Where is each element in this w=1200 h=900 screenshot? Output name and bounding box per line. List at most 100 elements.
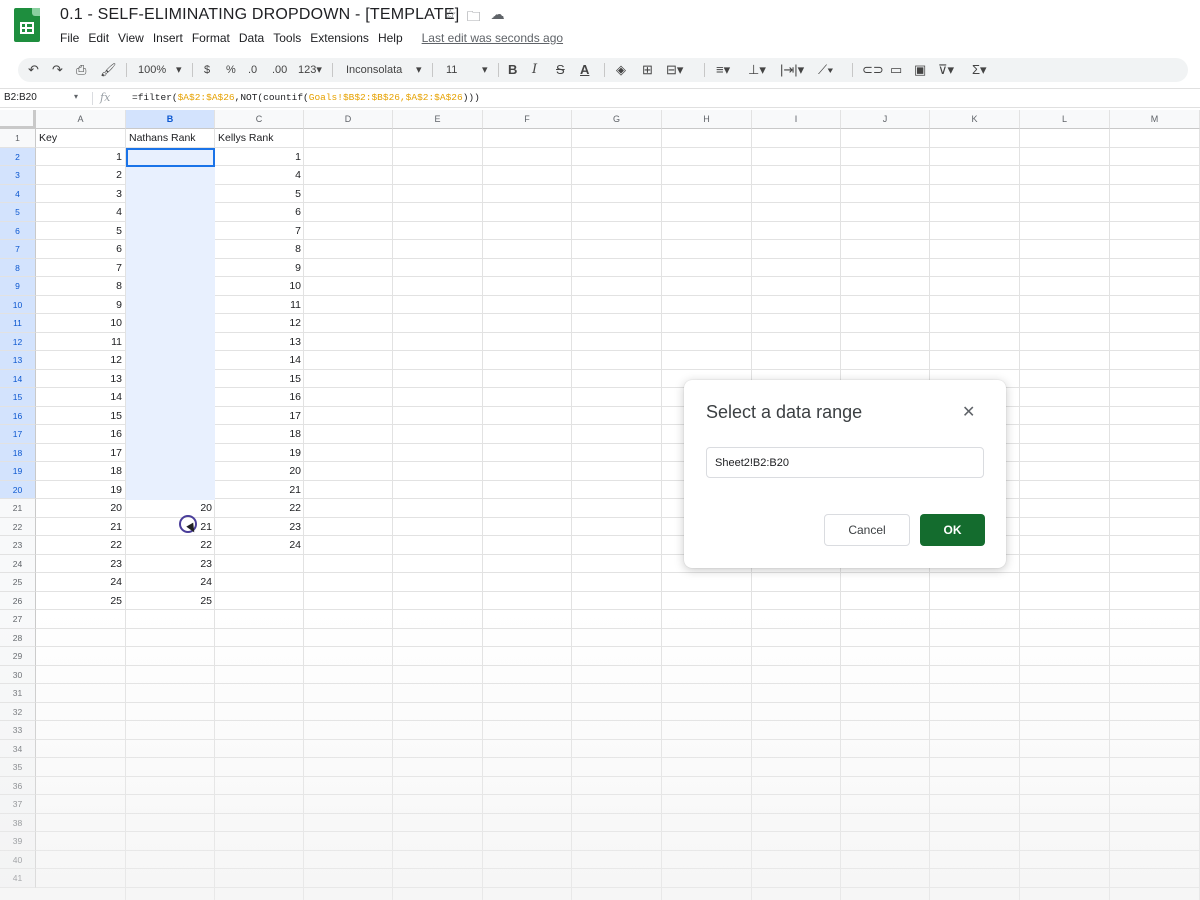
font-size-select[interactable]: 11	[446, 58, 457, 82]
row-header-9[interactable]: 9	[0, 277, 36, 296]
row-header-36[interactable]: 36	[0, 776, 36, 795]
column-header-m[interactable]: M	[1110, 110, 1200, 129]
document-title[interactable]: 0.1 - SELF-ELIMINATING DROPDOWN - [TEMPL…	[60, 6, 459, 24]
zoom-caret-icon[interactable]: ▾	[176, 58, 182, 82]
cell-c10[interactable]: 11	[215, 296, 301, 315]
row-header-35[interactable]: 35	[0, 758, 36, 777]
cell-c21[interactable]: 22	[215, 499, 301, 518]
row-header-34[interactable]: 34	[0, 739, 36, 758]
increase-decimal-button[interactable]: .00	[272, 58, 287, 82]
cell-c5[interactable]: 6	[215, 203, 301, 222]
column-header-k[interactable]: K	[930, 110, 1020, 129]
cell-b23[interactable]: 22	[126, 536, 212, 555]
text-color-button[interactable]: A	[580, 58, 589, 82]
cell-a2[interactable]: 1	[36, 148, 122, 167]
close-icon[interactable]: ✕	[962, 402, 975, 422]
cell-c14[interactable]: 15	[215, 370, 301, 389]
menu-view[interactable]: View	[118, 31, 144, 45]
ok-button[interactable]: OK	[920, 514, 985, 546]
horizontal-align-icon[interactable]: ≡▾	[716, 58, 730, 82]
row-header-29[interactable]: 29	[0, 647, 36, 666]
formula-input[interactable]: =filter($A$2:$A$26,NOT(countif(Goals!$B$…	[132, 92, 480, 103]
cell-a4[interactable]: 3	[36, 185, 122, 204]
column-header-e[interactable]: E	[393, 110, 483, 129]
redo-icon[interactable]: ↷	[52, 58, 63, 82]
currency-button[interactable]: $	[204, 58, 210, 82]
cell-a18[interactable]: 17	[36, 444, 122, 463]
row-header-27[interactable]: 27	[0, 610, 36, 629]
move-folder-icon[interactable]: 🗀	[467, 6, 481, 30]
text-wrap-icon[interactable]: |⇥|▾	[780, 58, 804, 82]
cell-a9[interactable]: 8	[36, 277, 122, 296]
cell-c17[interactable]: 18	[215, 425, 301, 444]
cell-a16[interactable]: 15	[36, 407, 122, 426]
row-header-16[interactable]: 16	[0, 406, 36, 425]
percent-button[interactable]: %	[226, 58, 236, 82]
row-header-41[interactable]: 41	[0, 869, 36, 888]
cell-a19[interactable]: 18	[36, 462, 122, 481]
borders-icon[interactable]: ⊞	[642, 58, 653, 82]
cell-a8[interactable]: 7	[36, 259, 122, 278]
cell-a5[interactable]: 4	[36, 203, 122, 222]
cell-a3[interactable]: 2	[36, 166, 122, 185]
font-size-caret-icon[interactable]: ▾	[482, 58, 488, 82]
cell-a11[interactable]: 10	[36, 314, 122, 333]
column-header-i[interactable]: I	[752, 110, 841, 129]
font-select[interactable]: Inconsolata	[346, 58, 402, 82]
cell-c8[interactable]: 9	[215, 259, 301, 278]
font-caret-icon[interactable]: ▾	[416, 58, 422, 82]
menu-format[interactable]: Format	[192, 31, 230, 45]
cell-a26[interactable]: 25	[36, 592, 122, 611]
italic-button[interactable]: I	[532, 58, 537, 82]
row-header-12[interactable]: 12	[0, 332, 36, 351]
cell-c15[interactable]: 16	[215, 388, 301, 407]
row-header-39[interactable]: 39	[0, 832, 36, 851]
cell-c20[interactable]: 21	[215, 481, 301, 500]
column-header-b[interactable]: B	[126, 110, 215, 129]
sheet-grid[interactable]: A B C D E F G H I J K L M 1 2 3 4 5 6 7 8 9 10 11 12 13 14 15 16 17 18…	[0, 110, 1200, 900]
row-header-38[interactable]: 38	[0, 813, 36, 832]
cell-c6[interactable]: 7	[215, 222, 301, 241]
row-header-15[interactable]: 15	[0, 388, 36, 407]
decrease-decimal-button[interactable]: .0	[248, 58, 257, 82]
cell-a7[interactable]: 6	[36, 240, 122, 259]
row-header-11[interactable]: 11	[0, 314, 36, 333]
cell-a15[interactable]: 14	[36, 388, 122, 407]
row-header-40[interactable]: 40	[0, 850, 36, 869]
sheets-logo-icon[interactable]	[14, 8, 40, 42]
row-header-33[interactable]: 33	[0, 721, 36, 740]
select-all-corner[interactable]	[0, 110, 36, 129]
header-cell-nathans-rank[interactable]: Nathans Rank	[129, 129, 215, 148]
cell-c16[interactable]: 17	[215, 407, 301, 426]
print-icon[interactable]: ⎙	[76, 58, 86, 82]
row-header-13[interactable]: 13	[0, 351, 36, 370]
row-header-30[interactable]: 30	[0, 665, 36, 684]
filter-icon[interactable]: ⊽▾	[938, 58, 954, 82]
insert-comment-icon[interactable]: ▭	[890, 58, 902, 82]
row-header-26[interactable]: 26	[0, 591, 36, 610]
name-box[interactable]: B2:B20 ▾	[4, 92, 84, 103]
row-header-17[interactable]: 17	[0, 425, 36, 444]
cell-a12[interactable]: 11	[36, 333, 122, 352]
cell-c18[interactable]: 19	[215, 444, 301, 463]
text-rotate-icon[interactable]: ⟋▾	[818, 58, 833, 82]
menu-data[interactable]: Data	[239, 31, 264, 45]
row-header-4[interactable]: 4	[0, 184, 36, 203]
column-header-a[interactable]: A	[36, 110, 126, 129]
strikethrough-button[interactable]: S	[556, 58, 565, 82]
cell-a25[interactable]: 24	[36, 573, 122, 592]
row-header-24[interactable]: 24	[0, 554, 36, 573]
undo-icon[interactable]: ↶	[28, 58, 39, 82]
row-header-14[interactable]: 14	[0, 369, 36, 388]
insert-link-icon[interactable]: ⊂⊃	[862, 58, 884, 82]
zoom-select[interactable]: 100%	[138, 58, 166, 82]
insert-chart-icon[interactable]: ▣	[914, 58, 926, 82]
cancel-button[interactable]: Cancel	[824, 514, 910, 546]
row-header-22[interactable]: 22	[0, 517, 36, 536]
name-box-caret-icon[interactable]: ▾	[74, 92, 78, 101]
header-cell-kellys-rank[interactable]: Kellys Rank	[218, 129, 304, 148]
cell-c4[interactable]: 5	[215, 185, 301, 204]
cell-a20[interactable]: 19	[36, 481, 122, 500]
cell-c7[interactable]: 8	[215, 240, 301, 259]
column-header-j[interactable]: J	[841, 110, 930, 129]
